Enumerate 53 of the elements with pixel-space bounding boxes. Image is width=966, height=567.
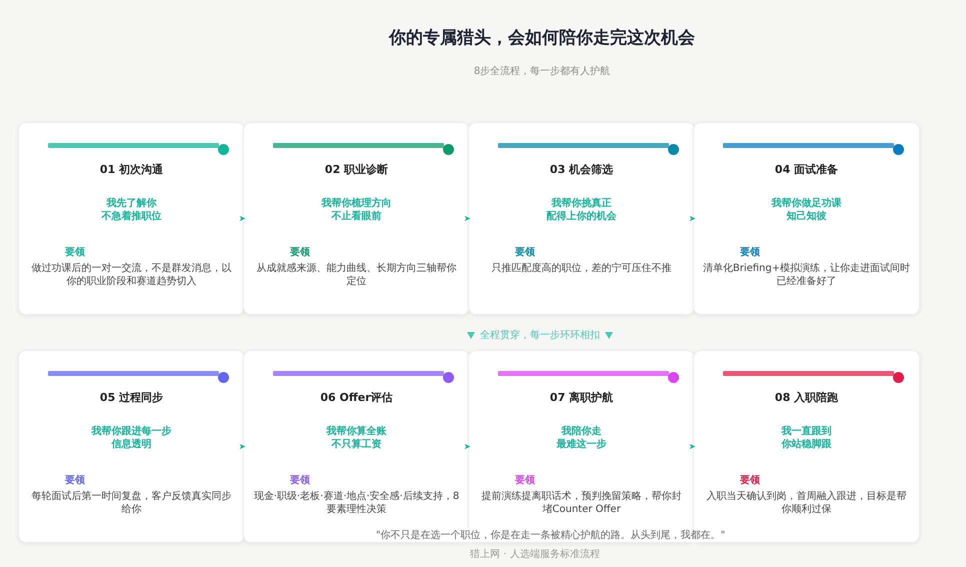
step-description: 每轮面试后第一时间复盘，客户反馈真实同步给你 bbox=[30, 490, 232, 516]
step-description: 提前演练提离职话术，预判挽留策略，帮你封堵Counter Offer bbox=[480, 490, 682, 516]
step-title: 06 Offer评估 bbox=[320, 390, 393, 405]
step-title: 08 入职陪跑 bbox=[774, 390, 838, 405]
step-description: 从成就感来源、能力曲线、长期方向三轴帮你定位 bbox=[256, 262, 458, 288]
arrow-icon bbox=[464, 443, 471, 450]
step-title: 03 机会筛选 bbox=[550, 162, 614, 177]
page-title: 你的专属猎头，会如何陪你走完这次机会 bbox=[388, 27, 696, 50]
step-title: 01 初次沟通 bbox=[100, 162, 164, 177]
step-tagline: 信息透明 bbox=[112, 438, 152, 451]
step-label: 要领 bbox=[515, 474, 535, 487]
step-tagline: 配得上你的机会 bbox=[546, 210, 616, 223]
connector-text: 全程贯穿，每一步环环相扣 bbox=[480, 328, 600, 342]
quote-text: "你不只是在选一个职位，你是在走一条被精心护航的路。从头到尾，我都在。" bbox=[376, 528, 726, 542]
step-label: 要领 bbox=[515, 246, 535, 259]
step-tagline: 我一直跟到 bbox=[782, 425, 832, 438]
step-description: 现金·职级·老板·赛道·地点·安全感·后续支持，8要素理性决策 bbox=[252, 490, 460, 516]
step-tagline: 不止看眼前 bbox=[332, 210, 382, 223]
arrow-icon bbox=[239, 215, 246, 222]
step-tagline: 我陪你走 bbox=[562, 425, 602, 438]
step-label: 要领 bbox=[740, 246, 760, 259]
step-tagline: 不急着推职位 bbox=[102, 210, 162, 223]
step-tagline: 我帮你跟进每一步 bbox=[92, 425, 172, 438]
arrow-icon bbox=[689, 443, 696, 450]
step-tagline: 我先了解你 bbox=[106, 197, 156, 210]
page-subtitle: 8步全流程，每一步都有人护航 bbox=[472, 64, 612, 78]
step-label: 要领 bbox=[290, 474, 310, 487]
step-description: 做过功课后的一对一交流，不是群发消息，以你的职业阶段和赛道趋势切入 bbox=[30, 262, 232, 288]
step-description: 清单化Briefing+模拟演练，让你走进面试间时已经准备好了 bbox=[702, 262, 912, 288]
step-title: 02 职业诊断 bbox=[324, 162, 388, 177]
step-tagline: 最难这一步 bbox=[556, 438, 606, 451]
down-triangle-icon bbox=[467, 332, 475, 338]
step-title: 07 离职护航 bbox=[550, 390, 614, 405]
down-triangle-icon bbox=[605, 332, 613, 338]
step-description: 只推匹配度高的职位，差的宁可压住不推 bbox=[490, 262, 672, 275]
step-label: 要领 bbox=[740, 474, 760, 487]
step-tagline: 我帮你挑真正 bbox=[552, 197, 612, 210]
step-title: 04 面试准备 bbox=[774, 162, 838, 177]
step-label: 要领 bbox=[65, 474, 85, 487]
step-tagline: 不只算工资 bbox=[332, 438, 382, 451]
step-description: 入职当天确认到岗，首周融入跟进，目标是帮你顺利过保 bbox=[706, 490, 908, 516]
step-label: 要领 bbox=[290, 246, 310, 259]
arrow-icon bbox=[464, 215, 471, 222]
step-label: 要领 bbox=[65, 246, 85, 259]
step-tagline: 我帮你做足功课 bbox=[772, 197, 842, 210]
footer-text: 猎上网 · 人选端服务标准流程 bbox=[469, 548, 601, 561]
step-title: 05 过程同步 bbox=[100, 390, 164, 405]
arrow-icon bbox=[689, 215, 696, 222]
step-tagline: 你站稳脚跟 bbox=[782, 438, 832, 451]
step-tagline: 我帮你算全账 bbox=[326, 425, 386, 438]
step-tagline: 我帮你梳理方向 bbox=[322, 197, 392, 210]
arrow-icon bbox=[239, 443, 246, 450]
step-tagline: 知己知彼 bbox=[786, 210, 826, 223]
